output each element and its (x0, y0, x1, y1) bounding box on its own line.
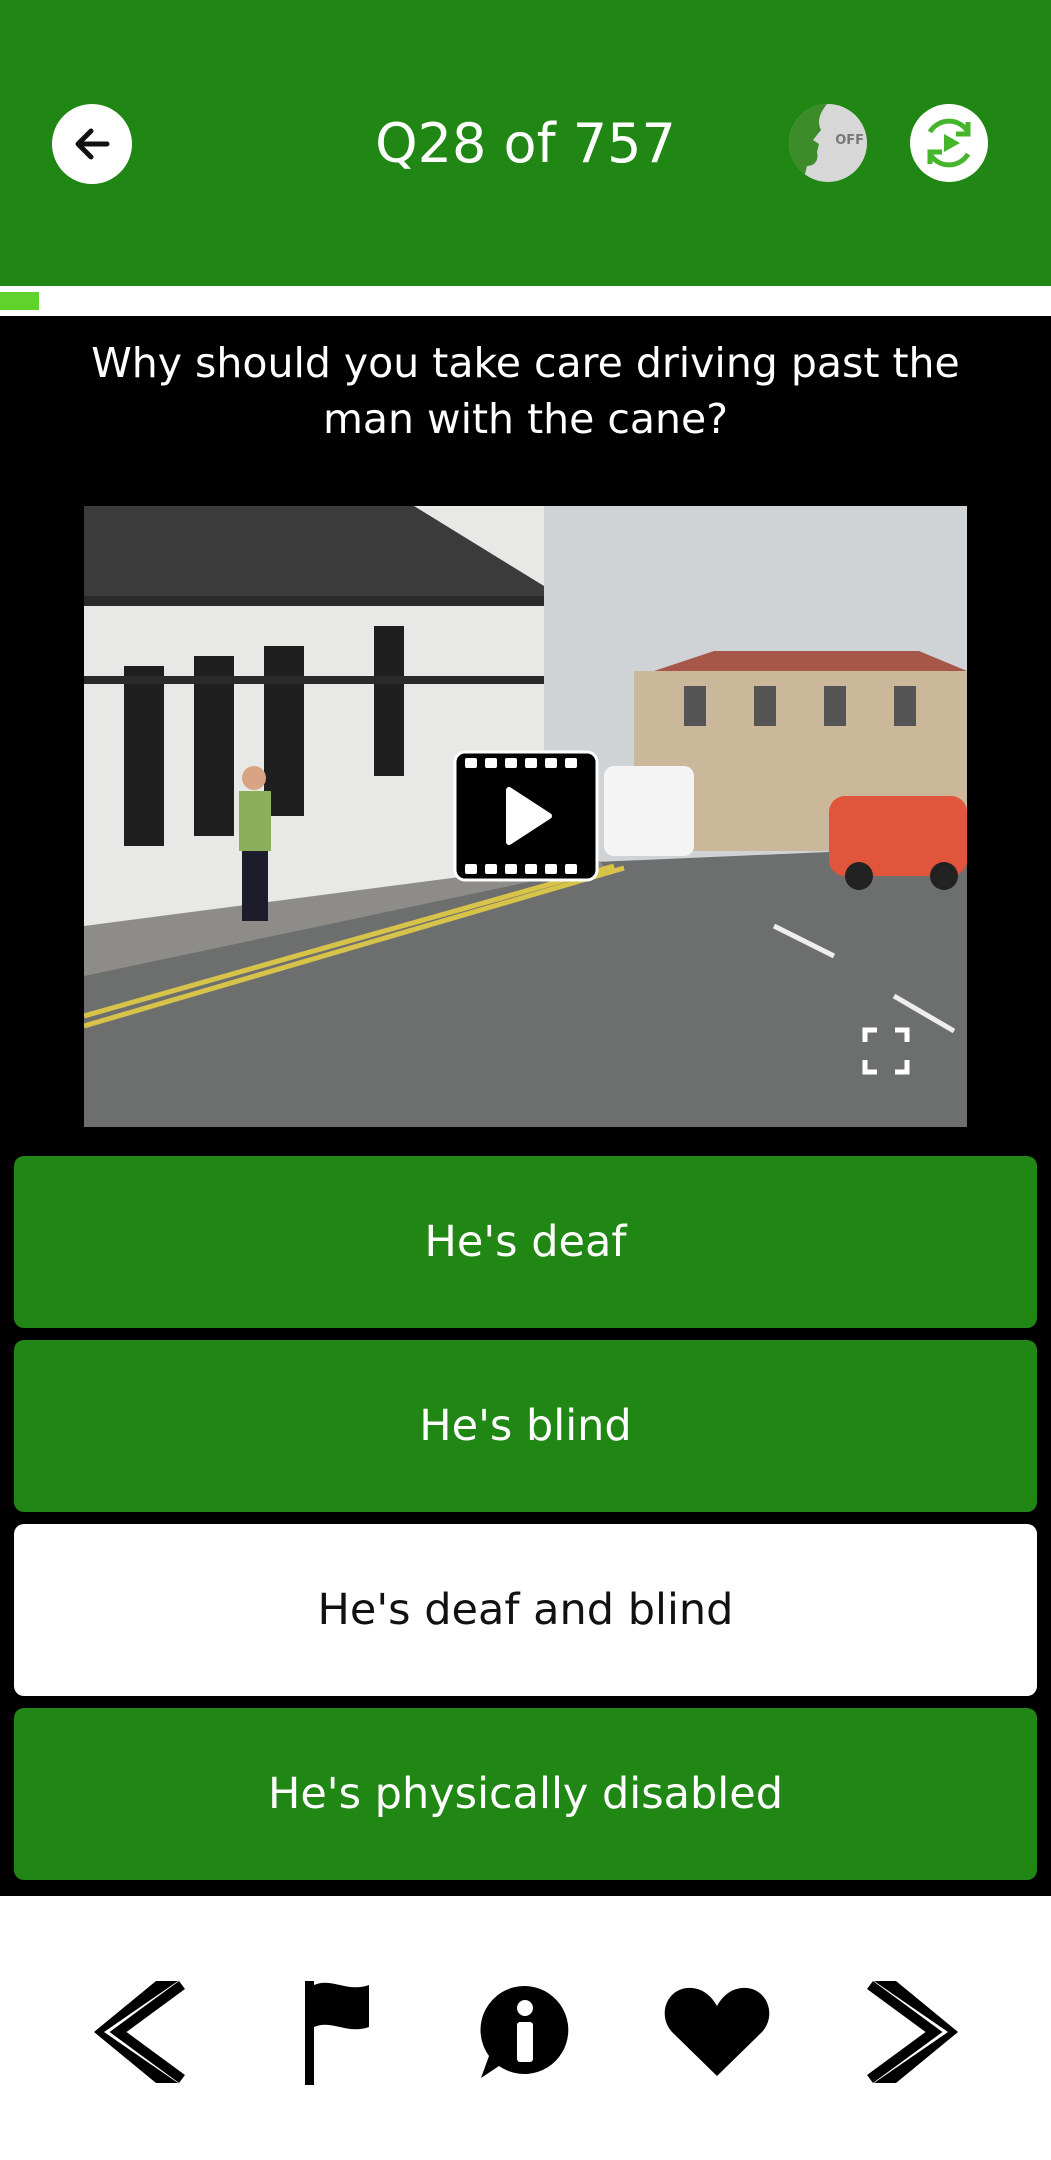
app-header: Q28 of 757 OFF (0, 0, 1051, 286)
autoplay-button[interactable] (910, 104, 988, 182)
answer-label: He's physically disabled (267, 1769, 783, 1819)
info-icon (480, 1985, 569, 2078)
video-player[interactable] (84, 506, 967, 1127)
info-button[interactable] (465, 1972, 585, 2092)
answer-label: He's blind (419, 1401, 632, 1451)
question-line-1: Why should you take care driving past th… (91, 339, 960, 387)
bottom-navigation (0, 1896, 1051, 2160)
play-icon[interactable] (453, 750, 599, 882)
question-text: Why should you take care driving past th… (40, 335, 1011, 447)
flag-icon (305, 1981, 369, 2085)
answer-option-3[interactable]: He's deaf and blind (14, 1524, 1037, 1696)
fullscreen-icon[interactable] (861, 1026, 911, 1076)
answer-option-2[interactable]: He's blind (14, 1340, 1037, 1512)
question-line-2: man with the cane? (322, 395, 729, 443)
voice-toggle-button[interactable]: OFF (789, 104, 867, 182)
chevron-right-icon (867, 1980, 958, 2084)
heart-icon (664, 1987, 770, 2076)
voice-off-label: OFF (835, 133, 864, 148)
progress-track (0, 286, 1051, 316)
answer-list: He's deaf He's blind He's deaf and blind… (14, 1156, 1037, 1892)
answer-label: He's deaf and blind (317, 1585, 734, 1635)
next-button[interactable] (852, 1972, 972, 2092)
flag-button[interactable] (277, 1972, 397, 2092)
page-title: Q28 of 757 (375, 112, 676, 175)
favorite-button[interactable] (657, 1972, 777, 2092)
chevron-left-icon (94, 1980, 185, 2084)
previous-button[interactable] (80, 1972, 200, 2092)
refresh-play-icon (927, 118, 971, 168)
answer-option-1[interactable]: He's deaf (14, 1156, 1037, 1328)
progress-fill (0, 292, 39, 310)
answer-option-4[interactable]: He's physically disabled (14, 1708, 1037, 1880)
answer-label: He's deaf (424, 1217, 627, 1267)
